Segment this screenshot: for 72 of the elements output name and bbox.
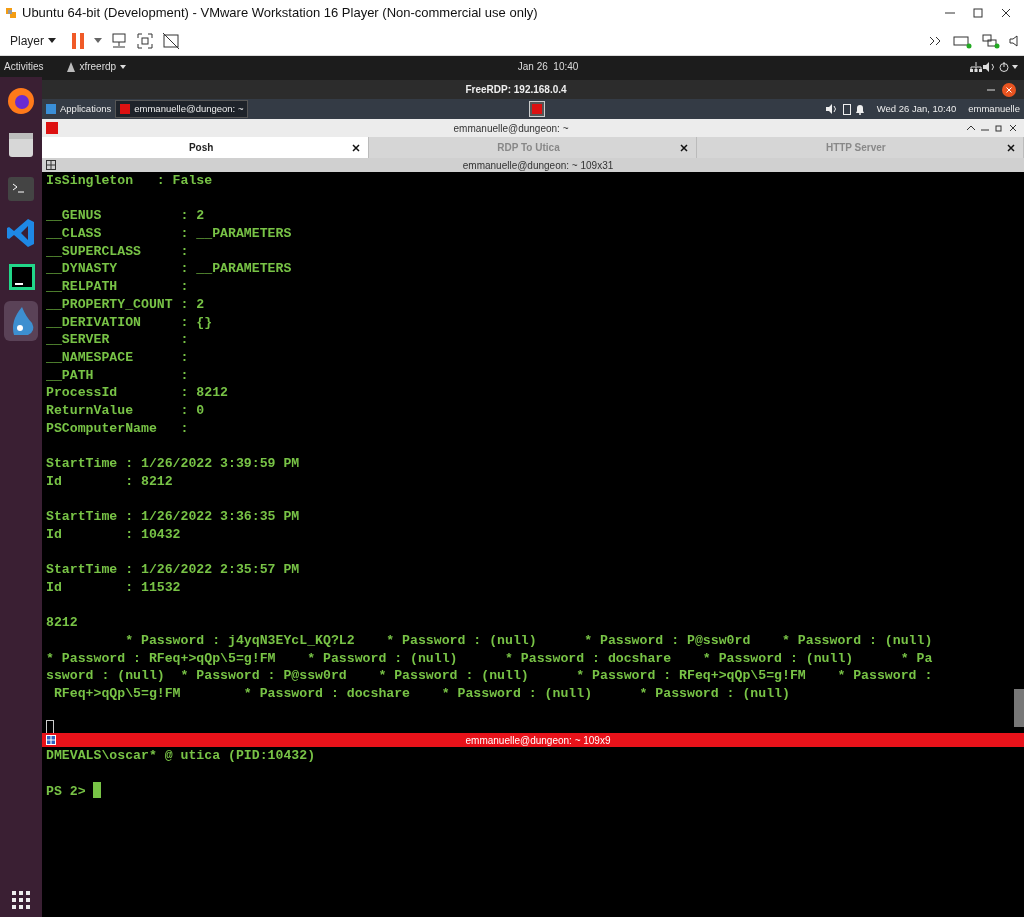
tray-terminal-icon[interactable] xyxy=(528,101,545,117)
clock[interactable]: Jan 26 10:40 xyxy=(517,59,579,74)
user-name[interactable]: emmanuelle xyxy=(968,101,1020,117)
close-icon[interactable] xyxy=(1007,143,1015,152)
terminal-line: * Password : RFeq+>qQp\5=g!FM * Password : (null) * Password : docshare * Password : (null) * Pa xyxy=(46,649,934,668)
xfce-logo-icon xyxy=(46,104,56,114)
grid-icon xyxy=(46,160,56,170)
window-title: FreeRDP: 192.168.0.4 xyxy=(465,83,567,97)
terminal-line: RFeq+>qQp\5=g!FM * Password : docshare * Password : (null) * Password : (null) xyxy=(52,684,791,703)
terminal-line: __PATH : xyxy=(46,366,190,385)
close-icon[interactable] xyxy=(679,143,688,152)
terminal-line: PSComputerName : xyxy=(46,419,190,438)
terminal-line: ssword : (null) * Password : P@ssw0rd * Password : (null) * Password : RFeq+>qQp\5=g!FM * Password : xyxy=(46,667,934,685)
caret-icon xyxy=(1010,64,1020,69)
unity-off-icon[interactable] xyxy=(162,31,180,50)
network-adapter-icon[interactable] xyxy=(980,32,1000,49)
terminal-line: 8212 xyxy=(46,614,79,632)
terminal-line: Id : 10432 xyxy=(46,525,182,544)
pane-title: emmanuelle@dungeon: ~ 109x9 xyxy=(465,733,611,748)
taskbar-button[interactable]: emmanuelle@dungeon: ~ xyxy=(115,100,249,118)
network-computers-icon[interactable] xyxy=(110,31,128,50)
terminal-line: Id : 8212 xyxy=(46,472,174,491)
pane-title: emmanuelle@dungeon: ~ 109x31 xyxy=(462,158,614,173)
clock[interactable]: Wed 26 Jan, 10:40 xyxy=(876,101,957,117)
applications-menu[interactable]: Applications xyxy=(46,101,112,117)
window-title: emmanuelle@dungeon: ~ xyxy=(453,121,569,136)
network-icon xyxy=(970,61,982,72)
player-menu[interactable]: Player xyxy=(4,31,62,50)
terminal-line: __RELPATH : xyxy=(46,278,190,296)
terminal-line: __DYNASTY : __PARAMETERS xyxy=(46,260,293,279)
terminal-line: StartTime : 1/26/2022 3:36:35 PM xyxy=(46,508,301,526)
terminal-line: DMEVALS\oscar* @ utica (PID:10432) xyxy=(46,747,317,765)
caret-icon xyxy=(120,64,127,69)
terminal-line: ProcessId : 8212 xyxy=(46,384,230,402)
terminal-line: StartTime : 1/26/2022 3:39:59 PM xyxy=(46,455,301,473)
battery-icon[interactable] xyxy=(842,103,851,115)
terminal-line: __CLASS : __PARAMETERS xyxy=(46,225,293,243)
terminal-line: ReturnValue : 0 xyxy=(46,401,206,420)
close-icon[interactable] xyxy=(352,143,361,152)
pause-icon[interactable] xyxy=(70,30,86,51)
terminal-line: __NAMESPACE : xyxy=(46,348,190,367)
terminal-line: __SUPERCLASS : xyxy=(46,242,190,261)
terminal-line: __GENUS : 2 xyxy=(46,207,206,226)
volume-icon[interactable] xyxy=(824,104,839,114)
prompt: PS 2> xyxy=(46,784,87,800)
terminal-line: __DERIVATION : {} xyxy=(46,313,214,332)
terminal-line: * Password : j4yqN3EYcL_KQ?L2 * Password : (null) * Password : P@ssw0rd * Password : (null) xyxy=(124,631,934,650)
terminal-line: Id : 11532 xyxy=(46,578,182,597)
terminal-app-icon xyxy=(46,122,58,134)
speaker-icon[interactable] xyxy=(1008,32,1020,49)
terminal-app-icon xyxy=(120,104,131,114)
caret-icon[interactable] xyxy=(94,37,102,44)
chevron-up-icon[interactable] xyxy=(964,123,978,133)
bell-icon[interactable] xyxy=(854,103,865,115)
app-grid-icon[interactable] xyxy=(12,891,30,909)
scrollbar-thumb[interactable] xyxy=(1014,689,1024,727)
window-title: Ubuntu 64-bit (Development) - VMware Workstation 16 Player (Non-commercial use only) xyxy=(22,4,539,23)
close-icon[interactable] xyxy=(1002,82,1016,97)
app-logo-icon xyxy=(4,6,18,20)
terminal-line: IsSingleton : False xyxy=(46,172,214,190)
grid-icon xyxy=(46,735,56,745)
dock-item[interactable] xyxy=(4,301,38,341)
tab[interactable]: Posh xyxy=(42,137,370,158)
terminal-line: __SERVER : xyxy=(46,331,190,349)
caret-icon xyxy=(48,37,56,44)
fullscreen-icon[interactable] xyxy=(136,31,154,50)
power-icon xyxy=(998,61,1010,72)
activities-button[interactable]: Activities xyxy=(4,59,44,74)
app-menu[interactable]: xfreerdp xyxy=(67,59,127,74)
terminal-line: __PROPERTY_COUNT : 2 xyxy=(46,295,206,314)
terminal-line: StartTime : 1/26/2022 2:35:57 PM xyxy=(46,561,301,579)
app-icon xyxy=(67,61,76,72)
